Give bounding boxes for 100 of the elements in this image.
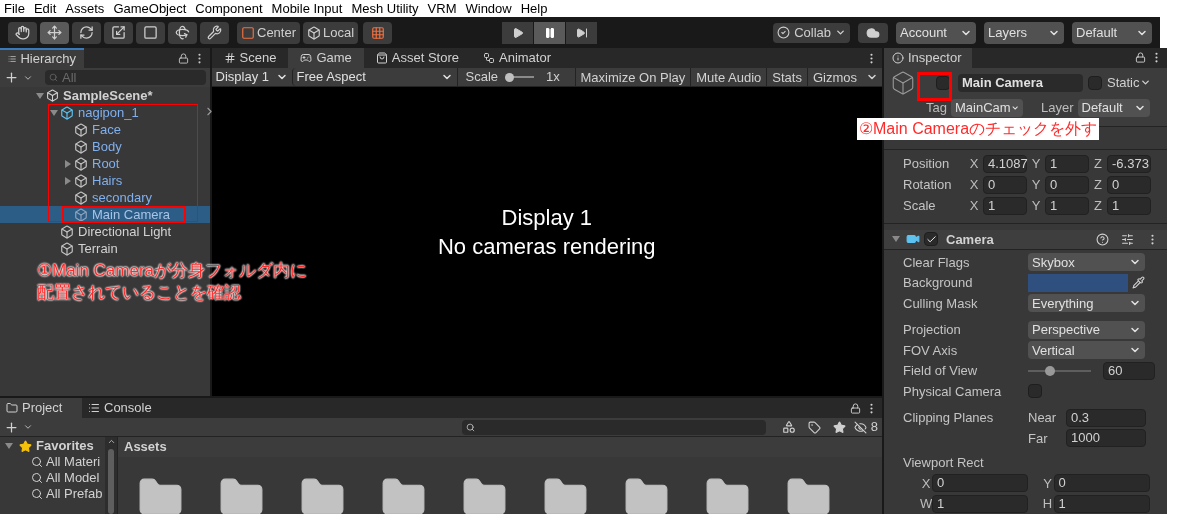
menu-item[interactable]: VRM (427, 0, 457, 19)
add-icon[interactable] (4, 419, 19, 435)
lock-icon[interactable] (1135, 52, 1146, 64)
menu-item[interactable]: Edit (33, 0, 57, 19)
slider[interactable] (1028, 365, 1091, 376)
number-field[interactable]: 0 (1107, 176, 1151, 194)
star-icon[interactable] (832, 420, 846, 434)
dropdown[interactable]: Everything (1028, 294, 1145, 313)
view-tab[interactable]: Scene (211, 48, 289, 68)
number-field[interactable]: 0.3 (1066, 408, 1146, 427)
snap-button[interactable] (363, 21, 393, 44)
active-checkbox[interactable] (936, 75, 950, 90)
menu-item[interactable]: Assets (65, 0, 105, 19)
favorites-item[interactable]: All Prefab (0, 486, 105, 502)
collapse-arrow-icon[interactable] (64, 159, 72, 168)
menu-item[interactable]: GameObject (113, 0, 187, 19)
number-field[interactable]: 1 (932, 494, 1028, 513)
playback-button[interactable] (534, 21, 566, 44)
hierarchy-item[interactable]: Directional Light (0, 223, 210, 240)
layout-dropdown[interactable]: Default (1072, 21, 1152, 44)
static-checkbox[interactable] (1088, 75, 1102, 90)
number-field[interactable]: 0 (1053, 474, 1150, 493)
view-tab[interactable]: Game (288, 48, 364, 68)
number-field[interactable]: -6.373 (1107, 155, 1151, 173)
panel-tab[interactable]: Project (0, 398, 82, 418)
hierarchy-item[interactable]: secondary (0, 189, 210, 206)
toggle-button[interactable]: Maximize On Play (574, 68, 691, 86)
menu-item[interactable]: Mesh Utility (351, 0, 419, 19)
space-button[interactable]: Local (303, 21, 359, 44)
expand-arrow-icon[interactable] (36, 91, 44, 100)
layers-dropdown[interactable]: Layers (984, 21, 1064, 44)
number-field[interactable]: 4.1087 (983, 155, 1027, 173)
number-field[interactable]: 0 (1045, 176, 1089, 194)
tool-button[interactable] (8, 21, 37, 44)
playback-button[interactable] (566, 21, 598, 44)
caret-icon[interactable] (23, 422, 33, 432)
search-field[interactable] (461, 419, 766, 435)
hierarchy-item[interactable]: nagipon_1 (0, 104, 210, 121)
dropdown[interactable]: Skybox (1028, 253, 1145, 272)
object-name-field[interactable]: Main Camera (958, 73, 1083, 92)
expand-arrow-icon[interactable] (5, 442, 13, 450)
tag-dropdown[interactable]: MainCam (950, 98, 1023, 117)
tool-button[interactable] (136, 21, 165, 44)
toggle-button[interactable]: Gizmos (806, 68, 862, 86)
menu-item[interactable]: Help (520, 0, 548, 19)
hierarchy-item[interactable]: SampleScene* (0, 87, 210, 104)
inspector-tab[interactable]: Inspector (884, 48, 972, 68)
number-field[interactable]: 1 (1107, 197, 1151, 215)
checkbox[interactable] (1028, 384, 1042, 399)
lock-icon[interactable] (177, 52, 189, 64)
menu-item[interactable]: File (4, 0, 25, 19)
hidden-icon[interactable] (853, 420, 867, 434)
toggle-button[interactable]: Mute Audio (690, 68, 767, 86)
lock-icon[interactable] (850, 402, 861, 414)
dropdown[interactable]: Perspective (1028, 320, 1145, 339)
favorites-item[interactable]: All Materi (0, 454, 105, 470)
number-field[interactable]: 0 (983, 176, 1027, 194)
number-field[interactable]: 1 (1053, 494, 1150, 513)
sliders-icon[interactable] (1121, 232, 1134, 246)
collab-button[interactable]: Collab (773, 22, 850, 43)
view-tab[interactable]: Animator (471, 48, 564, 68)
camera-enabled-checkbox[interactable] (924, 232, 938, 247)
cloud-button[interactable] (858, 22, 888, 43)
number-field[interactable]: 0 (932, 474, 1028, 493)
tool-button[interactable] (200, 21, 229, 44)
help-icon[interactable] (1096, 232, 1109, 246)
number-field[interactable]: 60 (1103, 361, 1155, 380)
collapse-arrow-icon[interactable] (64, 176, 72, 185)
pivot-button[interactable]: Center (237, 21, 301, 44)
tool-button[interactable] (168, 21, 197, 44)
tool-button[interactable] (40, 21, 69, 44)
layer-dropdown[interactable]: Default (1077, 98, 1150, 117)
number-field[interactable]: 1 (1045, 197, 1089, 215)
scroll-up-icon[interactable] (106, 437, 116, 446)
eyedropper-icon[interactable] (1132, 276, 1145, 290)
display-dropdown[interactable]: Display 1 (211, 68, 292, 86)
number-field[interactable]: 1 (1045, 155, 1089, 173)
number-field[interactable]: 1 (983, 197, 1027, 215)
menu-item[interactable]: Mobile Input (271, 0, 343, 19)
slider-thumb[interactable] (1045, 365, 1056, 376)
dropdown[interactable]: Vertical (1028, 341, 1145, 360)
playback-button[interactable] (502, 21, 534, 44)
hierarchy-item[interactable]: Root (0, 155, 210, 172)
hierarchy-item[interactable]: Body (0, 138, 210, 155)
tool-button[interactable] (72, 21, 101, 44)
static-dropdown[interactable]: Static (1107, 72, 1151, 93)
hierarchy-tab[interactable]: Hierarchy (0, 48, 84, 68)
expand-arrow-icon[interactable] (50, 108, 58, 117)
tag-icon[interactable] (807, 420, 821, 434)
toggle-button[interactable]: Stats (766, 68, 807, 86)
account-dropdown[interactable]: Account (896, 21, 976, 44)
view-tab[interactable]: Asset Store (363, 48, 471, 68)
favorites-item[interactable]: All Model (0, 470, 105, 486)
aspect-dropdown[interactable]: Free Aspect (291, 68, 457, 86)
tool-button[interactable] (104, 21, 133, 44)
hierarchy-item[interactable]: Hairs (0, 172, 210, 189)
hierarchy-item[interactable]: Face (0, 121, 210, 138)
expand-arrow-icon[interactable] (892, 235, 900, 244)
add-icon[interactable] (4, 70, 19, 85)
color-field[interactable] (1028, 273, 1128, 292)
